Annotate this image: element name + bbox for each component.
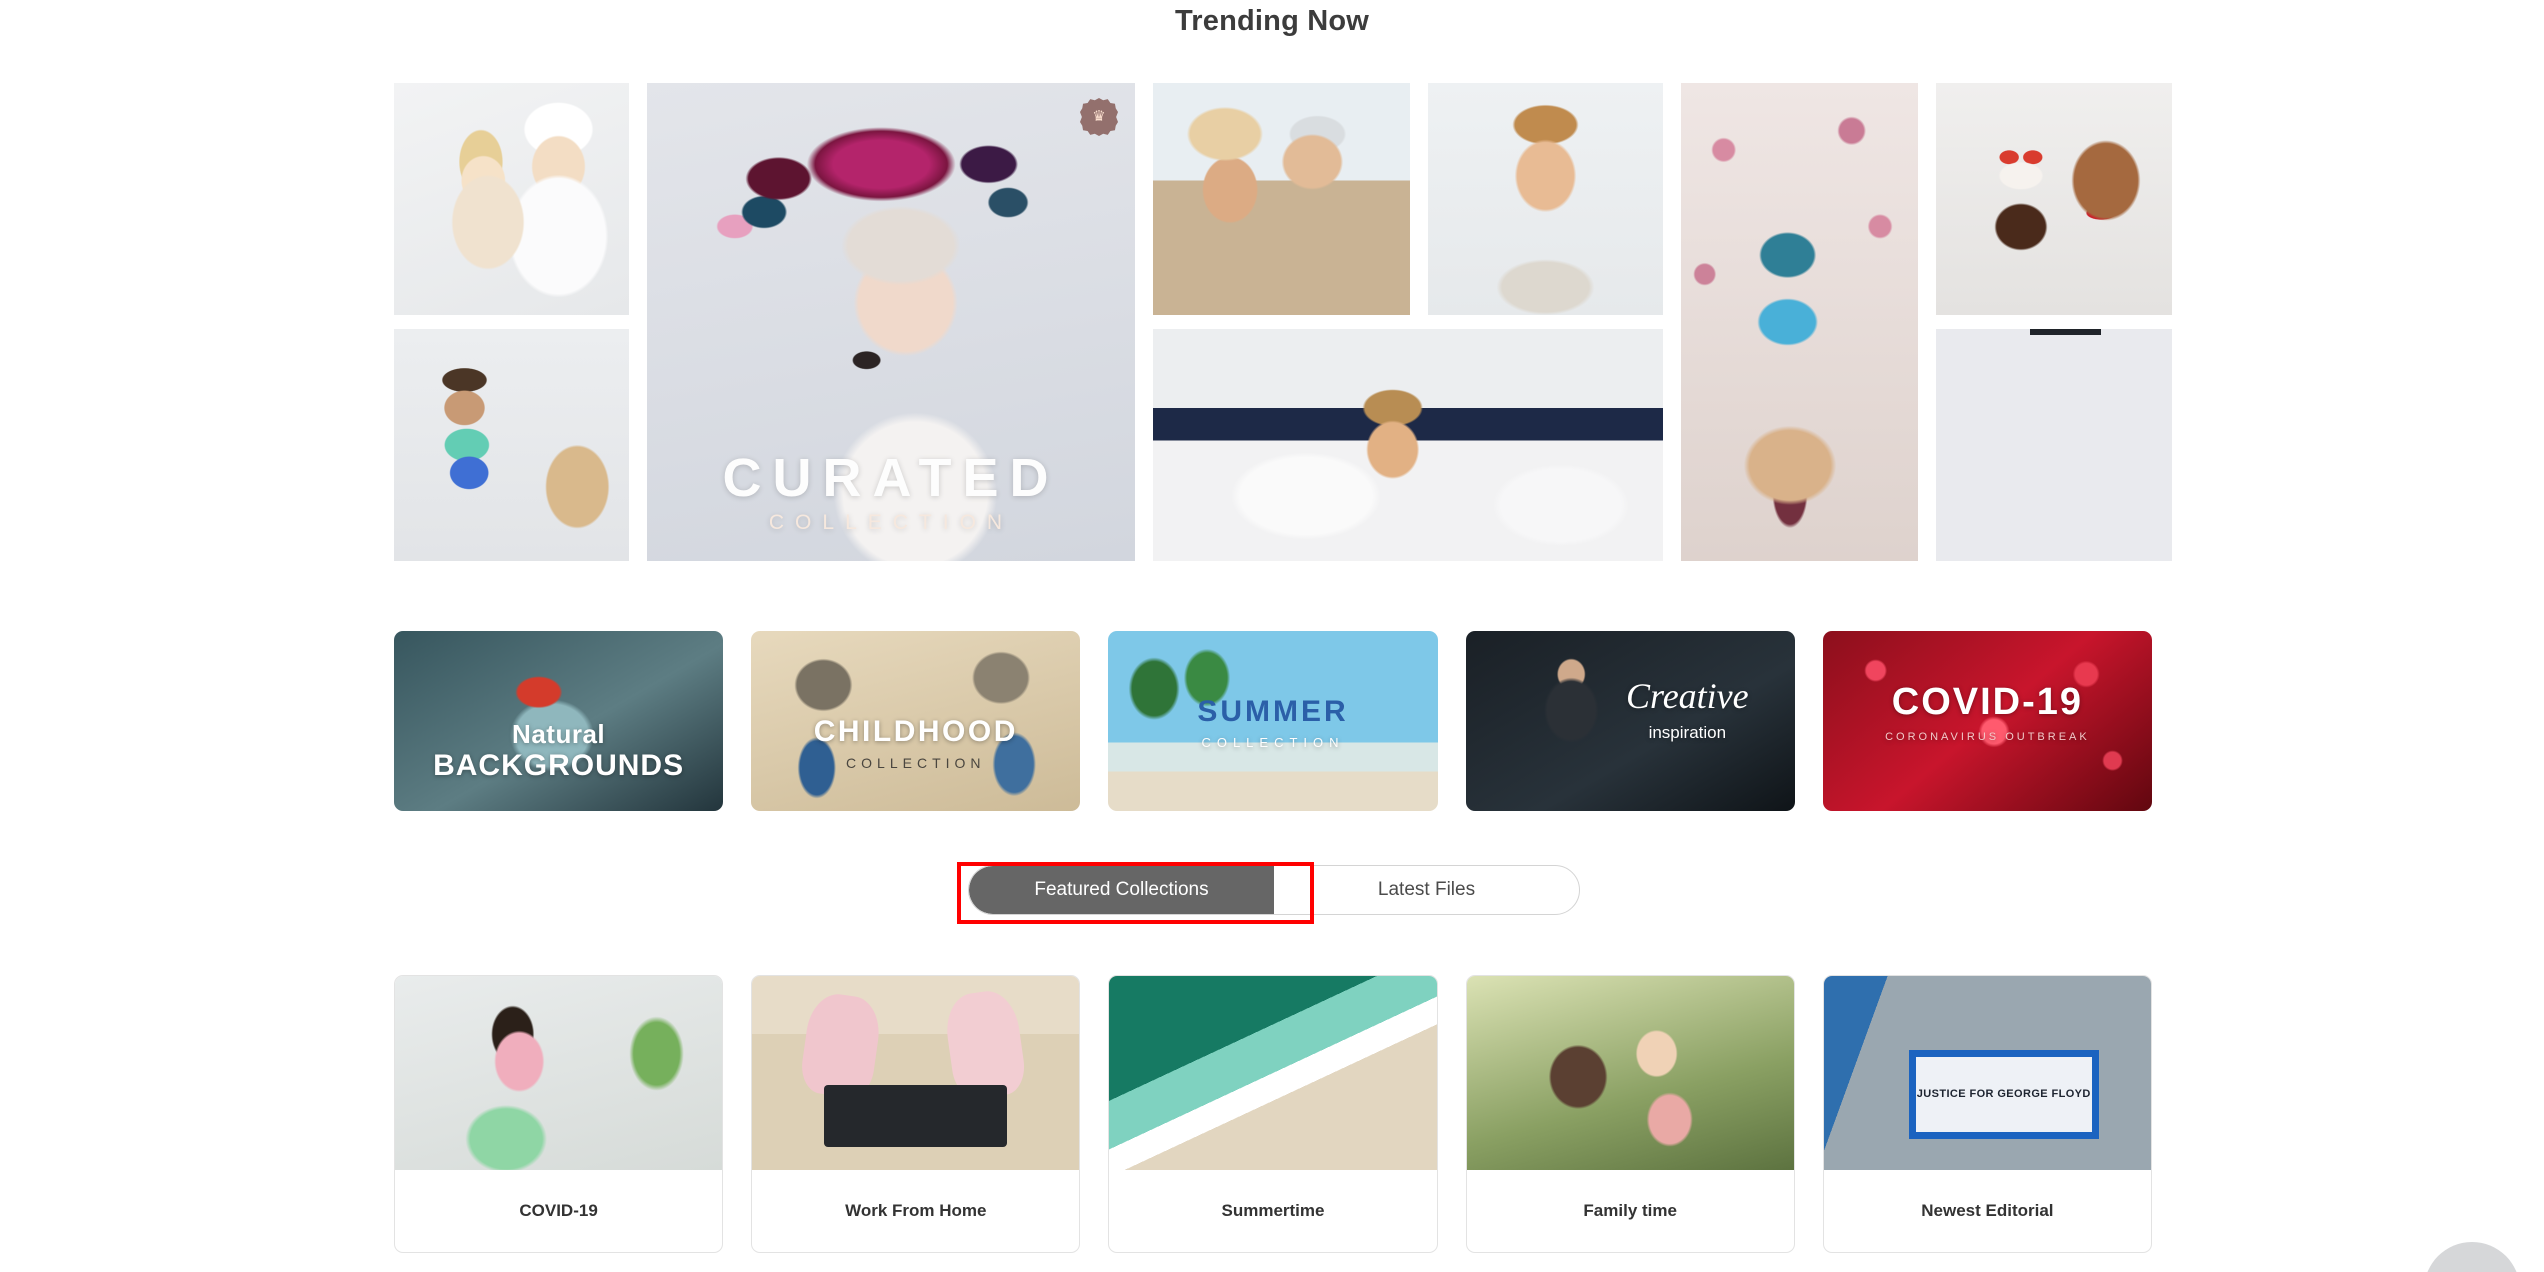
mosaic-tile-spa-mother-daughter[interactable] — [394, 83, 629, 315]
senior-couple-image — [1153, 83, 1410, 315]
collection-card-newest-editorial[interactable]: JUSTICE FOR GEORGE FLOYD Newest Editoria… — [1822, 975, 2152, 1253]
curated-overlay-text: CURATED COLLECTION — [647, 449, 1135, 539]
floating-help-bubble[interactable] — [2424, 1242, 2520, 1272]
mosaic-tile-home-office-desk[interactable] — [1936, 329, 2172, 561]
tab-featured-collections[interactable]: Featured Collections — [969, 866, 1274, 914]
banner-natural-line1: Natural — [512, 719, 606, 749]
page-root: Trending Now ♛ CURATED COLLECTION Natura… — [0, 0, 2544, 1272]
collection-card-label: Work From Home — [845, 1201, 987, 1220]
page-title: Trending Now — [1174, 5, 1370, 37]
mosaic-tile-woman-in-bed[interactable] — [1153, 329, 1663, 561]
view-toggle[interactable]: Featured Collections Latest Files — [968, 865, 1580, 915]
banner-natural-backgrounds[interactable]: Natural BACKGROUNDS — [394, 631, 724, 811]
monitor-shape — [2030, 329, 2102, 335]
collection-card-summertime[interactable]: Summertime — [1108, 975, 1438, 1253]
banner-creative-inspiration[interactable]: Creative inspiration — [1465, 631, 1795, 811]
collection-card-family-time[interactable]: Family time — [1465, 975, 1795, 1253]
curated-title-sub: COLLECTION — [768, 511, 1014, 534]
woman-in-bed-image — [1153, 329, 1663, 561]
dentist-patient-image — [394, 329, 629, 561]
covid-19-thumbnail — [395, 976, 723, 1170]
trending-mosaic: ♛ CURATED COLLECTION — [394, 83, 2172, 568]
masked-woman-backpack-image — [1681, 83, 1918, 561]
collection-card-covid-19[interactable]: COVID-19 — [394, 975, 724, 1253]
collection-banner-row: Natural BACKGROUNDS CHILDHOOD COLLECTION… — [394, 631, 2152, 811]
curated-title-main: CURATED — [722, 448, 1060, 508]
mosaic-tile-curated-collection-hero[interactable]: ♛ CURATED COLLECTION — [647, 83, 1135, 561]
family-time-thumbnail — [1466, 976, 1794, 1170]
collection-card-label: Newest Editorial — [1921, 1201, 2054, 1220]
summertime-thumbnail — [1109, 976, 1437, 1170]
mosaic-tile-woman-eating-cupcake[interactable] — [1936, 83, 2172, 315]
banner-summer-line1: SUMMER — [1197, 695, 1349, 728]
collection-card-label: Family time — [1583, 1201, 1677, 1220]
crown-icon: ♛ — [1080, 98, 1118, 136]
crown-glyph: ♛ — [1092, 108, 1106, 125]
banner-covid-line2: CORONAVIRUS OUTBREAK — [1885, 731, 2090, 743]
banner-childhood-line1: CHILDHOOD — [813, 715, 1018, 748]
laptop-shape — [824, 1084, 1008, 1147]
protest-sign-text: JUSTICE FOR GEORGE FLOYD — [1908, 1049, 2099, 1139]
collection-card-label: COVID-19 — [519, 1201, 598, 1220]
mosaic-tile-call-center-agent[interactable] — [1428, 83, 1663, 315]
banner-childhood-line2: COLLECTION — [846, 755, 986, 771]
banner-creative-line2: inspiration — [1648, 723, 1727, 742]
banner-creative-line1: Creative — [1626, 676, 1749, 716]
call-center-agent-image — [1428, 83, 1663, 315]
newest-editorial-thumbnail: JUSTICE FOR GEORGE FLOYD — [1823, 976, 2151, 1170]
mosaic-tile-dentist-patient[interactable] — [394, 329, 629, 561]
banner-covid-19[interactable]: COVID-19 CORONAVIRUS OUTBREAK — [1822, 631, 2152, 811]
collection-card-work-from-home[interactable]: Work From Home — [751, 975, 1081, 1253]
collection-card-label: Summertime — [1221, 1201, 1325, 1220]
work-from-home-thumbnail — [752, 976, 1080, 1170]
tab-latest-files[interactable]: Latest Files — [1274, 866, 1579, 914]
banner-childhood-collection[interactable]: CHILDHOOD COLLECTION — [751, 631, 1081, 811]
banner-natural-line2: BACKGROUNDS — [433, 749, 685, 782]
arm-shape-right — [941, 987, 1028, 1101]
banner-covid-line1: COVID-19 — [1891, 681, 2084, 723]
banner-summer-line2: COLLECTION — [1201, 735, 1345, 750]
spa-mother-daughter-image — [394, 83, 629, 315]
mosaic-tile-senior-couple[interactable] — [1153, 83, 1410, 315]
woman-eating-cupcake-image — [1936, 83, 2172, 315]
featured-collections-grid: COVID-19 Work From Home Summertime Famil… — [394, 975, 2152, 1253]
banner-summer-collection[interactable]: SUMMER COLLECTION — [1108, 631, 1438, 811]
mosaic-tile-masked-woman-backpack[interactable] — [1681, 83, 1918, 561]
